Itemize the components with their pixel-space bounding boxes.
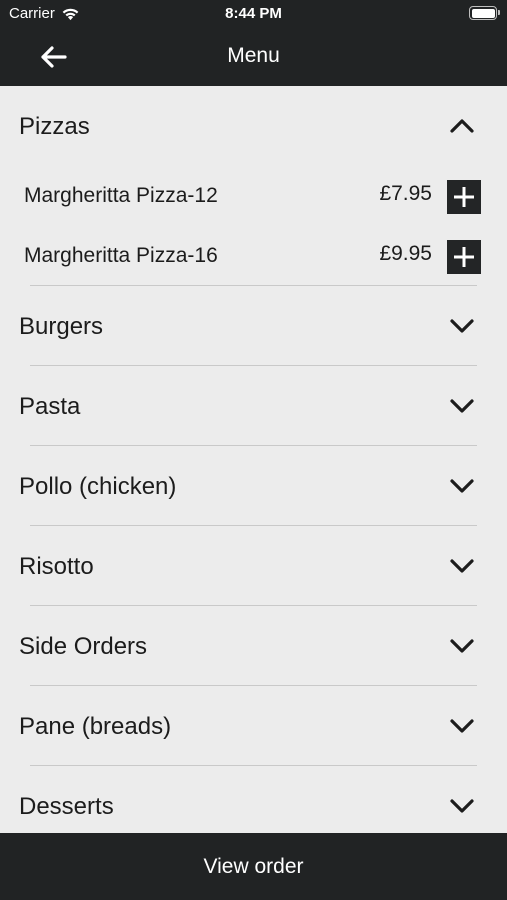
category-name: Pasta [19,393,81,420]
plus-icon [454,187,474,207]
nav-bar: Menu [0,28,507,86]
category-name: Pizzas [19,113,90,140]
plus-icon [454,247,474,267]
category-header-pane[interactable]: Pane (breads) [0,686,507,766]
page-title: Menu [227,44,280,67]
status-time: 8:44 PM [225,5,282,22]
top-bar: Carrier 8:44 PM Menu [0,0,507,86]
chevron-down-icon [450,639,474,653]
view-order-label: View order [203,854,304,878]
chevron-down-icon [450,799,474,813]
menu-item: Margheritta Pizza-12 £7.95 [0,166,507,226]
add-item-button[interactable] [447,180,481,214]
add-item-button[interactable] [447,240,481,274]
item-price: £9.95 [379,242,432,265]
category-name: Pane (breads) [19,713,172,740]
chevron-down-icon [450,399,474,413]
item-name: Margheritta Pizza-12 [24,184,218,207]
category-name: Burgers [19,313,104,340]
category-header-side-orders[interactable]: Side Orders [0,606,507,686]
category-header-pasta[interactable]: Pasta [0,366,507,446]
category-header-pizzas[interactable]: Pizzas [0,86,507,166]
category-header-desserts[interactable]: Desserts [0,766,507,833]
chevron-up-icon [450,119,474,133]
category-name: Risotto [19,553,94,580]
category-name: Pollo (chicken) [19,473,177,500]
category-name: Side Orders [19,633,148,660]
menu-list[interactable]: Pizzas Margheritta Pizza-12 £7.95 Marghe… [0,86,507,833]
item-price: £7.95 [379,182,432,205]
chevron-down-icon [450,479,474,493]
battery-icon [469,6,500,20]
status-bar: Carrier 8:44 PM [0,0,507,28]
menu-item: Margheritta Pizza-16 £9.95 [0,226,507,286]
view-order-button[interactable]: View order [0,833,507,900]
chevron-down-icon [450,559,474,573]
category-header-risotto[interactable]: Risotto [0,526,507,606]
item-name: Margheritta Pizza-16 [24,244,218,267]
category-items-pizzas: Margheritta Pizza-12 £7.95 Margheritta P… [0,166,507,286]
chevron-down-icon [450,319,474,333]
category-header-pollo[interactable]: Pollo (chicken) [0,446,507,526]
chevron-down-icon [450,719,474,733]
category-header-burgers[interactable]: Burgers [0,286,507,366]
category-name: Desserts [19,793,114,820]
